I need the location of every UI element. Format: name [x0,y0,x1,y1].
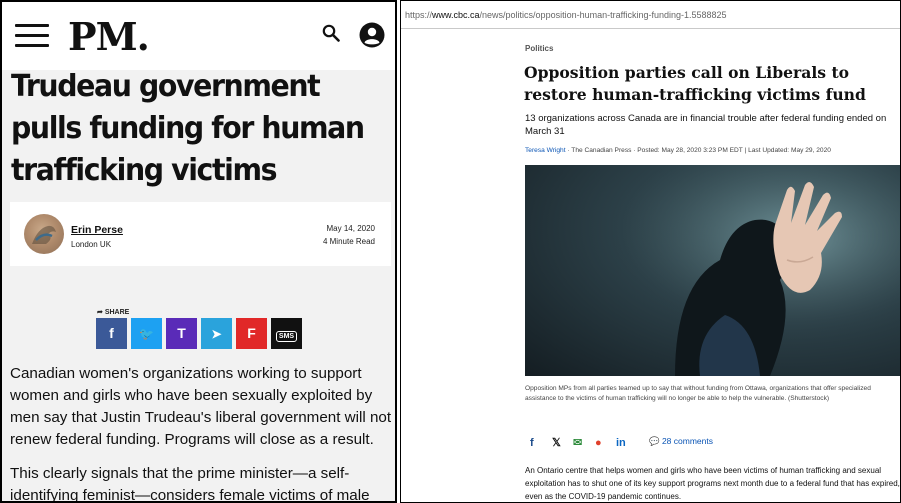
sms-icon: SMS [275,331,298,342]
article-title: Opposition parties call on Liberals to r… [524,63,866,104]
byline-details: · The Canadian Press · Posted: May 28, 2… [565,147,831,154]
comments-link[interactable]: 💬 28 comments [649,436,713,447]
author-location: London UK [71,240,112,249]
tumblr-icon: T [177,325,186,341]
menu-icon[interactable] [15,24,49,48]
author-card: Erin Perse London UK May 14, 2020 4 Minu… [10,202,391,266]
read-time: 4 Minute Read [322,237,375,246]
share-twitter-button[interactable]: 🐦 [131,318,162,349]
share-facebook-button[interactable]: f [96,318,127,349]
facebook-icon[interactable]: f [530,435,534,451]
email-icon[interactable]: ✉ [573,435,582,451]
linkedin-icon[interactable]: in [616,435,626,451]
url-path: /news/politics/opposition-human-traffick… [479,10,727,20]
byline: Teresa Wright · The Canadian Press · Pos… [525,147,900,154]
article-body: An Ontario centre that helps women and g… [525,466,900,501]
share-arrow-icon: ➦ [97,309,105,316]
url-scheme: https:// [405,10,433,20]
address-bar[interactable]: https://www.cbc.ca/news/politics/opposit… [401,1,900,29]
section-link[interactable]: Politics [525,44,553,53]
facebook-icon: f [109,325,114,341]
x-icon[interactable]: 𝕏 [552,435,561,451]
pm-article-panel: PM. Trudeau government pulls funding for… [0,0,397,503]
share-label: ➦ SHARE [97,309,130,316]
byline-author-link[interactable]: Teresa Wright [525,147,566,154]
account-icon[interactable] [359,22,385,48]
cbc-article-panel: https://www.cbc.ca/news/politics/opposit… [400,0,901,503]
article-body: Canadian women's organizations working t… [10,363,394,503]
hero-image [525,165,900,376]
author-name-link[interactable]: Erin Perse [71,224,123,236]
avatar[interactable] [24,214,64,254]
reddit-icon[interactable]: ● [595,435,602,451]
telegram-icon: ➤ [211,327,222,341]
article-title: Trudeau government pulls funding for hum… [11,69,365,188]
image-caption: Opposition MPs from all parties teamed u… [525,385,871,402]
share-telegram-button[interactable]: ➤ [201,318,232,349]
site-logo[interactable]: PM. [68,14,150,59]
search-icon[interactable] [322,24,340,42]
comment-bubble-icon: 💬 [649,436,662,446]
share-tumblr-button[interactable]: T [166,318,197,349]
paragraph: This clearly signals that the prime mini… [10,465,370,503]
flipboard-icon: F [247,325,256,341]
pm-header: PM. [2,2,395,70]
post-date: May 14, 2020 [326,224,375,233]
article-deck: 13 organizations across Canada are in fi… [525,113,887,137]
twitter-icon: 🐦 [139,327,154,341]
share-sms-button[interactable]: SMS [271,318,302,349]
share-flipboard-button[interactable]: F [236,318,267,349]
paragraph: Canadian women's organizations working t… [10,365,392,448]
url-host: www.cbc.ca [432,10,480,20]
